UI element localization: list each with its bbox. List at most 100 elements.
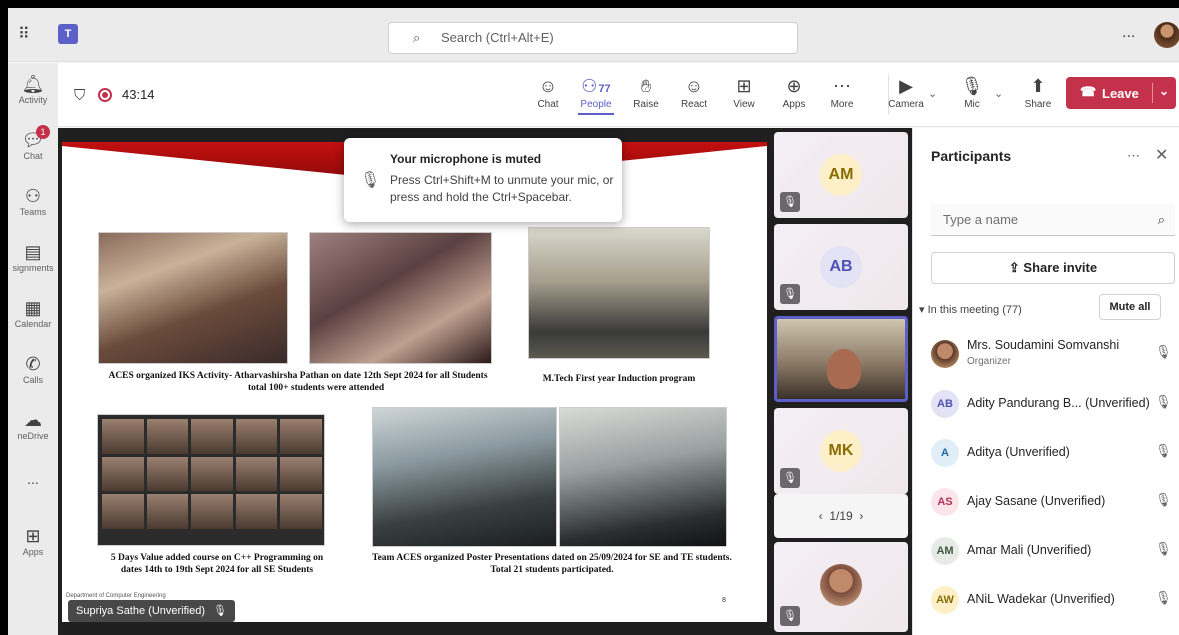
presenter-name-chip: Supriya Sathe (Unverified) 🎙︎	[68, 600, 235, 622]
avatar	[820, 564, 862, 606]
mic-off-icon: 🎙︎	[213, 605, 227, 617]
rail-item-activity[interactable]: 🔔︎ Activity	[8, 73, 58, 105]
caption-line: dates 14th to 19th Sept 2024 for all SE …	[120, 565, 314, 575]
button-label: Share	[1024, 99, 1052, 110]
video-tile[interactable]: AB 🎙︎	[774, 224, 908, 310]
rail-item-assignments[interactable]: ▤ signments	[8, 241, 58, 273]
more-options-button[interactable]: ...	[1122, 24, 1135, 42]
shield-icon[interactable]: ⛉	[74, 87, 85, 104]
in-meeting-section-toggle[interactable]: ▾ In this meeting (77)	[919, 303, 1022, 316]
avatar	[931, 340, 959, 368]
participant-row[interactable]: AS Ajay Sasane (Unverified) 🎙︎	[931, 482, 1175, 522]
slide-caption: Team ACES organized Poster Presentations…	[357, 552, 747, 576]
video-call-grid	[102, 419, 322, 529]
participant-row[interactable]: Mrs. Soudamini Somvanshi Organizer 🎙︎	[931, 334, 1175, 374]
participant-row[interactable]: AM Amar Mali (Unverified) 🎙︎	[931, 531, 1175, 571]
leave-button[interactable]: ☎ Leave ⌄	[1066, 77, 1176, 109]
caption-line: Total 21 students participated.	[490, 565, 614, 575]
people-button[interactable]: ⚇77 People	[574, 73, 618, 115]
mic-off-icon: 🎙︎	[1155, 344, 1172, 359]
title-bar: ⠿ T ⌕ Search (Ctrl+Alt+E) ...	[8, 8, 1179, 62]
panel-more-icon[interactable]: ⋯	[1127, 148, 1140, 164]
search-input[interactable]: ⌕ Search (Ctrl+Alt+E)	[388, 22, 798, 54]
participant-name: Aditya (Unverified)	[967, 445, 1070, 459]
share-icon: ⇪	[1008, 260, 1020, 275]
participant-row[interactable]: AB Adity Pandurang B... (Unverified) 🎙︎	[931, 384, 1175, 424]
camera-button[interactable]: ▶︎ Camera	[884, 73, 928, 110]
chevron-left-icon[interactable]: ‹	[819, 509, 823, 523]
mic-muted-toast[interactable]: 🎙︎ Your microphone is muted Press Ctrl+S…	[344, 138, 622, 222]
react-button[interactable]: ☺ React	[672, 73, 716, 110]
participant-search-input[interactable]: Type a name ⌕	[931, 204, 1175, 236]
rail-item-calendar[interactable]: ▦ Calendar	[8, 297, 58, 329]
panel-title: Participants	[931, 148, 1012, 164]
video-tile[interactable]: MK 🎙︎	[774, 408, 908, 494]
mic-button[interactable]: 🎙︎ Mic	[950, 73, 994, 110]
rail-item-teams[interactable]: ⚇ Teams	[8, 185, 58, 217]
rail-item-apps[interactable]: ⊞ Apps	[8, 525, 58, 557]
participant-name: Ajay Sasane (Unverified)	[967, 494, 1106, 508]
button-label: Chat	[537, 99, 559, 110]
teams-icon: ⚇	[24, 186, 42, 206]
mic-off-icon: 🎙︎	[960, 76, 984, 96]
caption-line: 5 Days Value added course on C++ Program…	[110, 553, 324, 563]
rail-item-calls[interactable]: ✆ Calls	[8, 353, 58, 385]
participant-video	[827, 349, 861, 389]
app-launcher-icon[interactable]: ⠿	[18, 26, 36, 44]
video-tile[interactable]: 🎙︎	[774, 542, 908, 632]
participant-role: Organizer	[967, 356, 1011, 367]
rail-label: Teams	[19, 207, 47, 217]
slide-photo-iks-activity	[98, 232, 288, 364]
view-button[interactable]: ⊞ View	[722, 73, 766, 110]
avatar: AM	[820, 154, 862, 196]
participant-row[interactable]: AW ANiL Wadekar (Unverified) 🎙︎	[931, 580, 1175, 620]
button-label: View	[733, 99, 755, 110]
participant-row[interactable]: A Aditya (Unverified) 🎙︎	[931, 433, 1175, 473]
rail-label: Chat	[23, 151, 43, 161]
people-icon: ⚇77	[581, 76, 611, 96]
slide-photo-poster-2	[559, 407, 727, 547]
rail-label: Calls	[22, 375, 43, 385]
close-icon[interactable]: ✕	[1155, 145, 1168, 165]
toast-body: Press Ctrl+Shift+M to unmute your mic, o…	[390, 173, 614, 204]
cloud-icon: ☁	[24, 410, 42, 430]
section-label: In this meeting (77)	[927, 304, 1022, 316]
chat-button[interactable]: ☺ Chat	[526, 73, 570, 110]
user-avatar[interactable]	[1154, 22, 1179, 48]
chevron-right-icon[interactable]: ›	[859, 509, 863, 523]
rail-more-button[interactable]: ...	[8, 471, 58, 487]
button-label: Apps	[782, 99, 806, 110]
apps-icon: ⊞	[25, 526, 41, 546]
avatar: AW	[931, 586, 959, 614]
caption-line: total 100+ students were attended	[248, 383, 385, 393]
search-placeholder: Type a name	[943, 212, 1019, 227]
rail-item-onedrive[interactable]: ☁ neDrive	[8, 409, 58, 441]
slide-photo-poster-1	[372, 407, 557, 547]
app-rail: 🔔︎ Activity 💬︎ 1 Chat ⚇ Teams ▤ signment…	[8, 63, 58, 635]
mic-off-icon: 🎙︎	[780, 192, 800, 212]
tile-pager[interactable]: ‹ 1/19 ›	[774, 494, 908, 538]
mute-all-button[interactable]: Mute all	[1099, 294, 1161, 320]
mic-options-chevron-icon[interactable]: ⌄	[994, 87, 1003, 100]
caption-line: ACES organized IKS Activity- Atharvashir…	[108, 371, 488, 381]
camera-options-chevron-icon[interactable]: ⌄	[928, 87, 937, 100]
apps-button[interactable]: ⊕ Apps	[772, 73, 816, 110]
slide-photo-classroom	[309, 232, 492, 364]
rail-item-chat[interactable]: 💬︎ 1 Chat	[8, 125, 58, 161]
video-tile-active-speaker[interactable]	[774, 316, 908, 402]
slide-photo-online-course	[97, 414, 325, 546]
more-actions-button[interactable]: ⋯ More	[820, 73, 864, 110]
video-strip: AM 🎙︎ AB 🎙︎ MK 🎙︎ ‹ 1/19 › 🎙︎	[770, 128, 912, 635]
avatar: AB	[820, 246, 862, 288]
mic-off-icon: 🎙︎	[1155, 541, 1172, 556]
avatar: AB	[931, 390, 959, 418]
share-button[interactable]: ⬆ Share	[1016, 73, 1060, 110]
share-invite-button[interactable]: ⇪ Share invite	[931, 252, 1175, 284]
raise-hand-button[interactable]: ✋︎ Raise	[624, 73, 668, 110]
video-tile[interactable]: AM 🎙︎	[774, 132, 908, 218]
meeting-timer: 43:14	[122, 87, 155, 102]
slide-footer: Department of Computer Engineering	[66, 593, 166, 599]
slide-caption: ACES organized IKS Activity- Atharvashir…	[98, 370, 498, 394]
leave-options-chevron-icon[interactable]: ⌄	[1159, 84, 1169, 98]
grid-view-icon: ⊞	[736, 76, 752, 96]
